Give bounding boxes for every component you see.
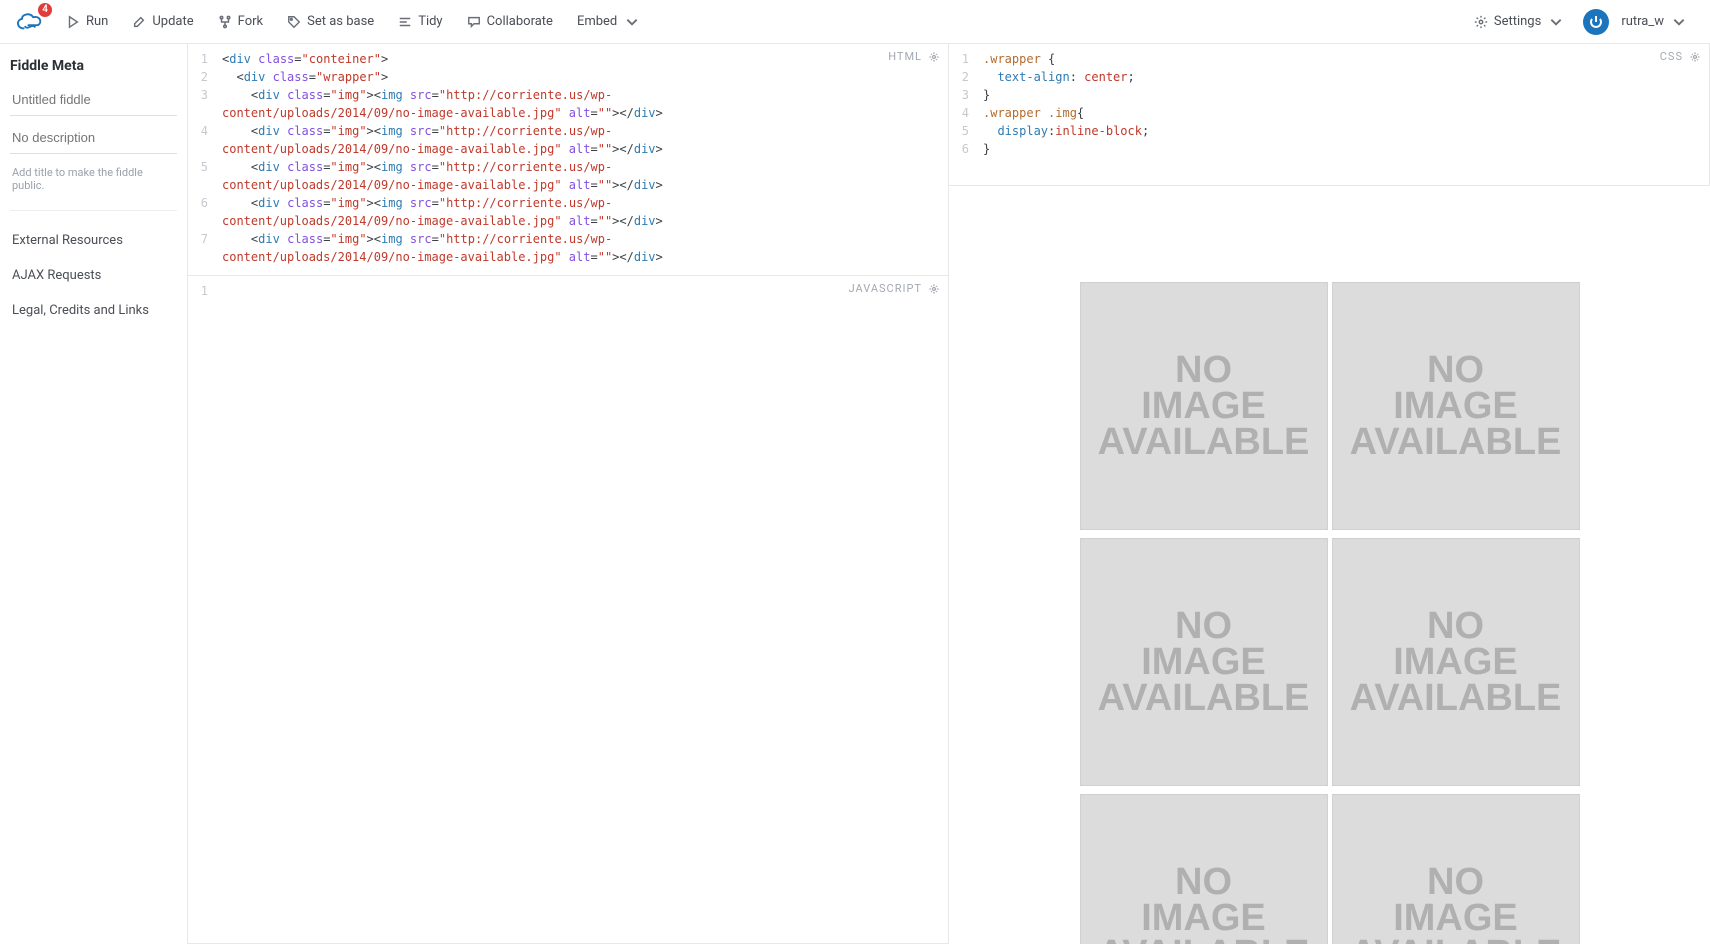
panel-label-html: HTML <box>888 50 940 63</box>
line-gutter: 123456 <box>949 44 975 185</box>
user-menu[interactable]: rutra_w <box>1619 8 1696 35</box>
embed-button[interactable]: Embed <box>567 8 649 35</box>
public-hint: Add title to make the fiddle public. <box>10 160 177 211</box>
fiddle-title-input[interactable] <box>10 84 177 116</box>
line-gutter: 123 4 5 6 7 <box>188 44 214 275</box>
fiddle-description-input[interactable] <box>10 122 177 154</box>
code-area[interactable] <box>214 276 948 943</box>
fork-button[interactable]: Fork <box>208 8 273 35</box>
update-button[interactable]: Update <box>122 8 203 35</box>
setbase-button[interactable]: Set as base <box>277 8 384 35</box>
tidy-icon <box>398 15 412 29</box>
topbar: 4 Run Update Fork Set as base Tidy Colla… <box>0 0 1710 44</box>
gear-icon[interactable] <box>1689 51 1701 63</box>
fiddle-meta-heading: Fiddle Meta <box>10 58 177 74</box>
play-icon <box>66 15 80 29</box>
avatar[interactable] <box>1583 9 1609 35</box>
gear-icon[interactable] <box>928 51 940 63</box>
sidebar-item-external-resources[interactable]: External Resources <box>10 223 177 258</box>
preview-image <box>1332 282 1580 530</box>
collaborate-button[interactable]: Collaborate <box>457 8 563 35</box>
chevron-down-icon <box>625 15 639 29</box>
gear-icon <box>1474 15 1488 29</box>
preview-image <box>1332 794 1580 944</box>
gear-icon[interactable] <box>928 283 940 295</box>
tag-icon <box>287 15 301 29</box>
js-editor[interactable]: 1 JAVASCRIPT <box>188 276 949 944</box>
settings-button[interactable]: Settings <box>1464 8 1573 35</box>
preview-image <box>1080 794 1328 944</box>
fork-icon <box>218 15 232 29</box>
html-editor[interactable]: 123 4 5 6 7 <div class="conteiner"> <div… <box>188 44 949 276</box>
preview-image <box>1332 538 1580 786</box>
pencil-icon <box>132 15 146 29</box>
preview-image <box>1080 538 1328 786</box>
css-editor[interactable]: 123456 .wrapper { text-align: center;}.w… <box>949 44 1710 186</box>
chevron-down-icon <box>1549 15 1563 29</box>
panel-label-js: JAVASCRIPT <box>849 282 940 295</box>
tidy-button[interactable]: Tidy <box>388 8 452 35</box>
sidebar-item-ajax[interactable]: AJAX Requests <box>10 258 177 293</box>
line-gutter: 1 <box>188 276 214 943</box>
preview-image <box>1080 282 1328 530</box>
code-area[interactable]: .wrapper { text-align: center;}.wrapper … <box>975 44 1709 185</box>
notification-badge[interactable]: 4 <box>38 3 52 17</box>
run-button[interactable]: Run <box>56 8 118 35</box>
sidebar: Fiddle Meta Add title to make the fiddle… <box>0 44 188 944</box>
power-icon <box>1588 14 1604 30</box>
logo[interactable]: 4 <box>14 9 46 35</box>
panel-label-css: CSS <box>1660 50 1701 63</box>
sidebar-item-legal[interactable]: Legal, Credits and Links <box>10 293 177 328</box>
chevron-down-icon <box>1672 15 1686 29</box>
result-preview <box>949 276 1710 944</box>
code-area[interactable]: <div class="conteiner"> <div class="wrap… <box>214 44 948 275</box>
chat-icon <box>467 15 481 29</box>
